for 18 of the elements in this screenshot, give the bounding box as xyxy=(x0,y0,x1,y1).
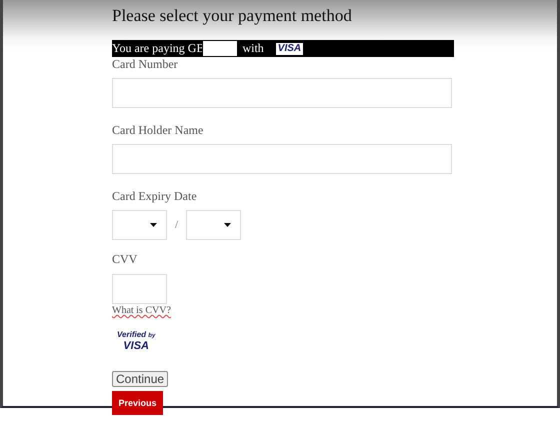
dropdown-caret-icon xyxy=(150,223,157,227)
page-title: Please select your payment method xyxy=(112,6,353,27)
cvv-help-link[interactable]: What is CVV? xyxy=(112,304,171,318)
previous-button[interactable]: Previous xyxy=(112,391,163,415)
dropdown-caret-icon xyxy=(224,223,232,227)
month-select[interactable] xyxy=(112,210,167,240)
field-label: Card Number xyxy=(112,57,179,71)
continue-button[interactable]: Continue xyxy=(112,371,168,387)
field-label: Card Holder Name xyxy=(112,123,204,137)
input-field[interactable] xyxy=(112,78,452,108)
card-logo: VISA xyxy=(276,42,304,54)
date-separator: / xyxy=(175,219,178,231)
year-select[interactable] xyxy=(186,210,242,240)
cvv-field[interactable] xyxy=(112,274,167,304)
field-label: CVV xyxy=(112,252,138,266)
field-label: Card Expiry Date xyxy=(112,189,198,203)
input-field[interactable] xyxy=(112,144,452,174)
with-label: with xyxy=(242,41,264,56)
